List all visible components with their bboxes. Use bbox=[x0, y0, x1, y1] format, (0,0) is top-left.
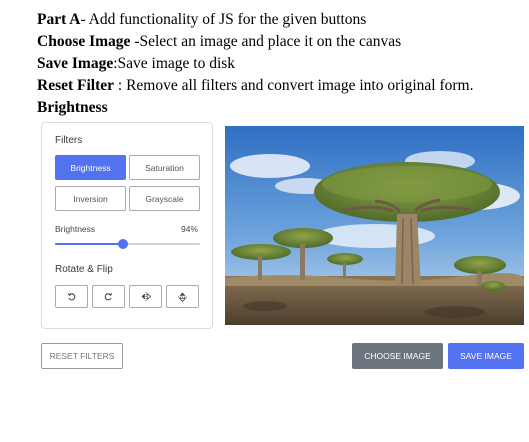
instruction-text: : Remove all filters and convert image i… bbox=[114, 77, 474, 94]
filters-title: Filters bbox=[55, 135, 83, 146]
filter-saturation-button[interactable]: Saturation bbox=[129, 155, 200, 180]
instruction-heading: Save Image bbox=[37, 55, 114, 72]
reset-filters-button[interactable]: RESET FILTERS bbox=[41, 343, 123, 369]
filter-inversion-button[interactable]: Inversion bbox=[55, 186, 126, 211]
slider-fill bbox=[55, 243, 124, 245]
instruction-line-brightness: Brightness bbox=[37, 97, 527, 119]
rotate-left-button[interactable] bbox=[55, 285, 88, 308]
filter-grayscale-button[interactable]: Grayscale bbox=[129, 186, 200, 211]
rotate-right-icon bbox=[104, 293, 113, 301]
instruction-line-reset-filter: Reset Filter : Remove all filters and co… bbox=[37, 75, 527, 97]
instruction-heading: Choose Image bbox=[37, 33, 131, 50]
flip-vertical-button[interactable] bbox=[166, 285, 199, 308]
filter-brightness-button[interactable]: Brightness bbox=[55, 155, 126, 180]
instruction-heading: Part A bbox=[37, 11, 81, 28]
slider-value: 94% bbox=[180, 224, 198, 234]
flip-horizontal-button[interactable] bbox=[129, 285, 162, 308]
rotate-left-icon bbox=[67, 293, 76, 301]
rotate-flip-title: Rotate & Flip bbox=[55, 264, 113, 275]
flip-vertical-icon bbox=[178, 292, 187, 302]
instruction-text: -Select an image and place it on the can… bbox=[130, 33, 402, 50]
slider-label: Brightness bbox=[55, 224, 96, 234]
instruction-line-part-a: Part A- Add functionality of JS for the … bbox=[37, 9, 527, 31]
editor-panel: Filters Brightness Saturation Inversion … bbox=[41, 122, 213, 329]
instructions: Part A- Add functionality of JS for the … bbox=[37, 9, 527, 119]
preview-image bbox=[225, 126, 524, 325]
rotate-right-button[interactable] bbox=[92, 285, 125, 308]
choose-image-button[interactable]: CHOOSE IMAGE bbox=[352, 343, 443, 369]
instruction-text: :Save image to disk bbox=[113, 55, 236, 72]
instruction-line-save-image: Save Image:Save image to disk bbox=[37, 53, 527, 75]
instruction-heading: Brightness bbox=[37, 99, 108, 116]
brightness-slider[interactable] bbox=[55, 239, 200, 249]
save-image-button[interactable]: SAVE IMAGE bbox=[448, 343, 524, 369]
image-preview bbox=[225, 126, 524, 325]
instruction-heading: Reset Filter bbox=[37, 77, 115, 94]
instruction-line-choose-image: Choose Image -Select an image and place … bbox=[37, 31, 527, 53]
instruction-text: - Add functionality of JS for the given … bbox=[80, 11, 367, 28]
flip-horizontal-icon bbox=[141, 292, 151, 301]
slider-thumb[interactable] bbox=[118, 239, 129, 249]
